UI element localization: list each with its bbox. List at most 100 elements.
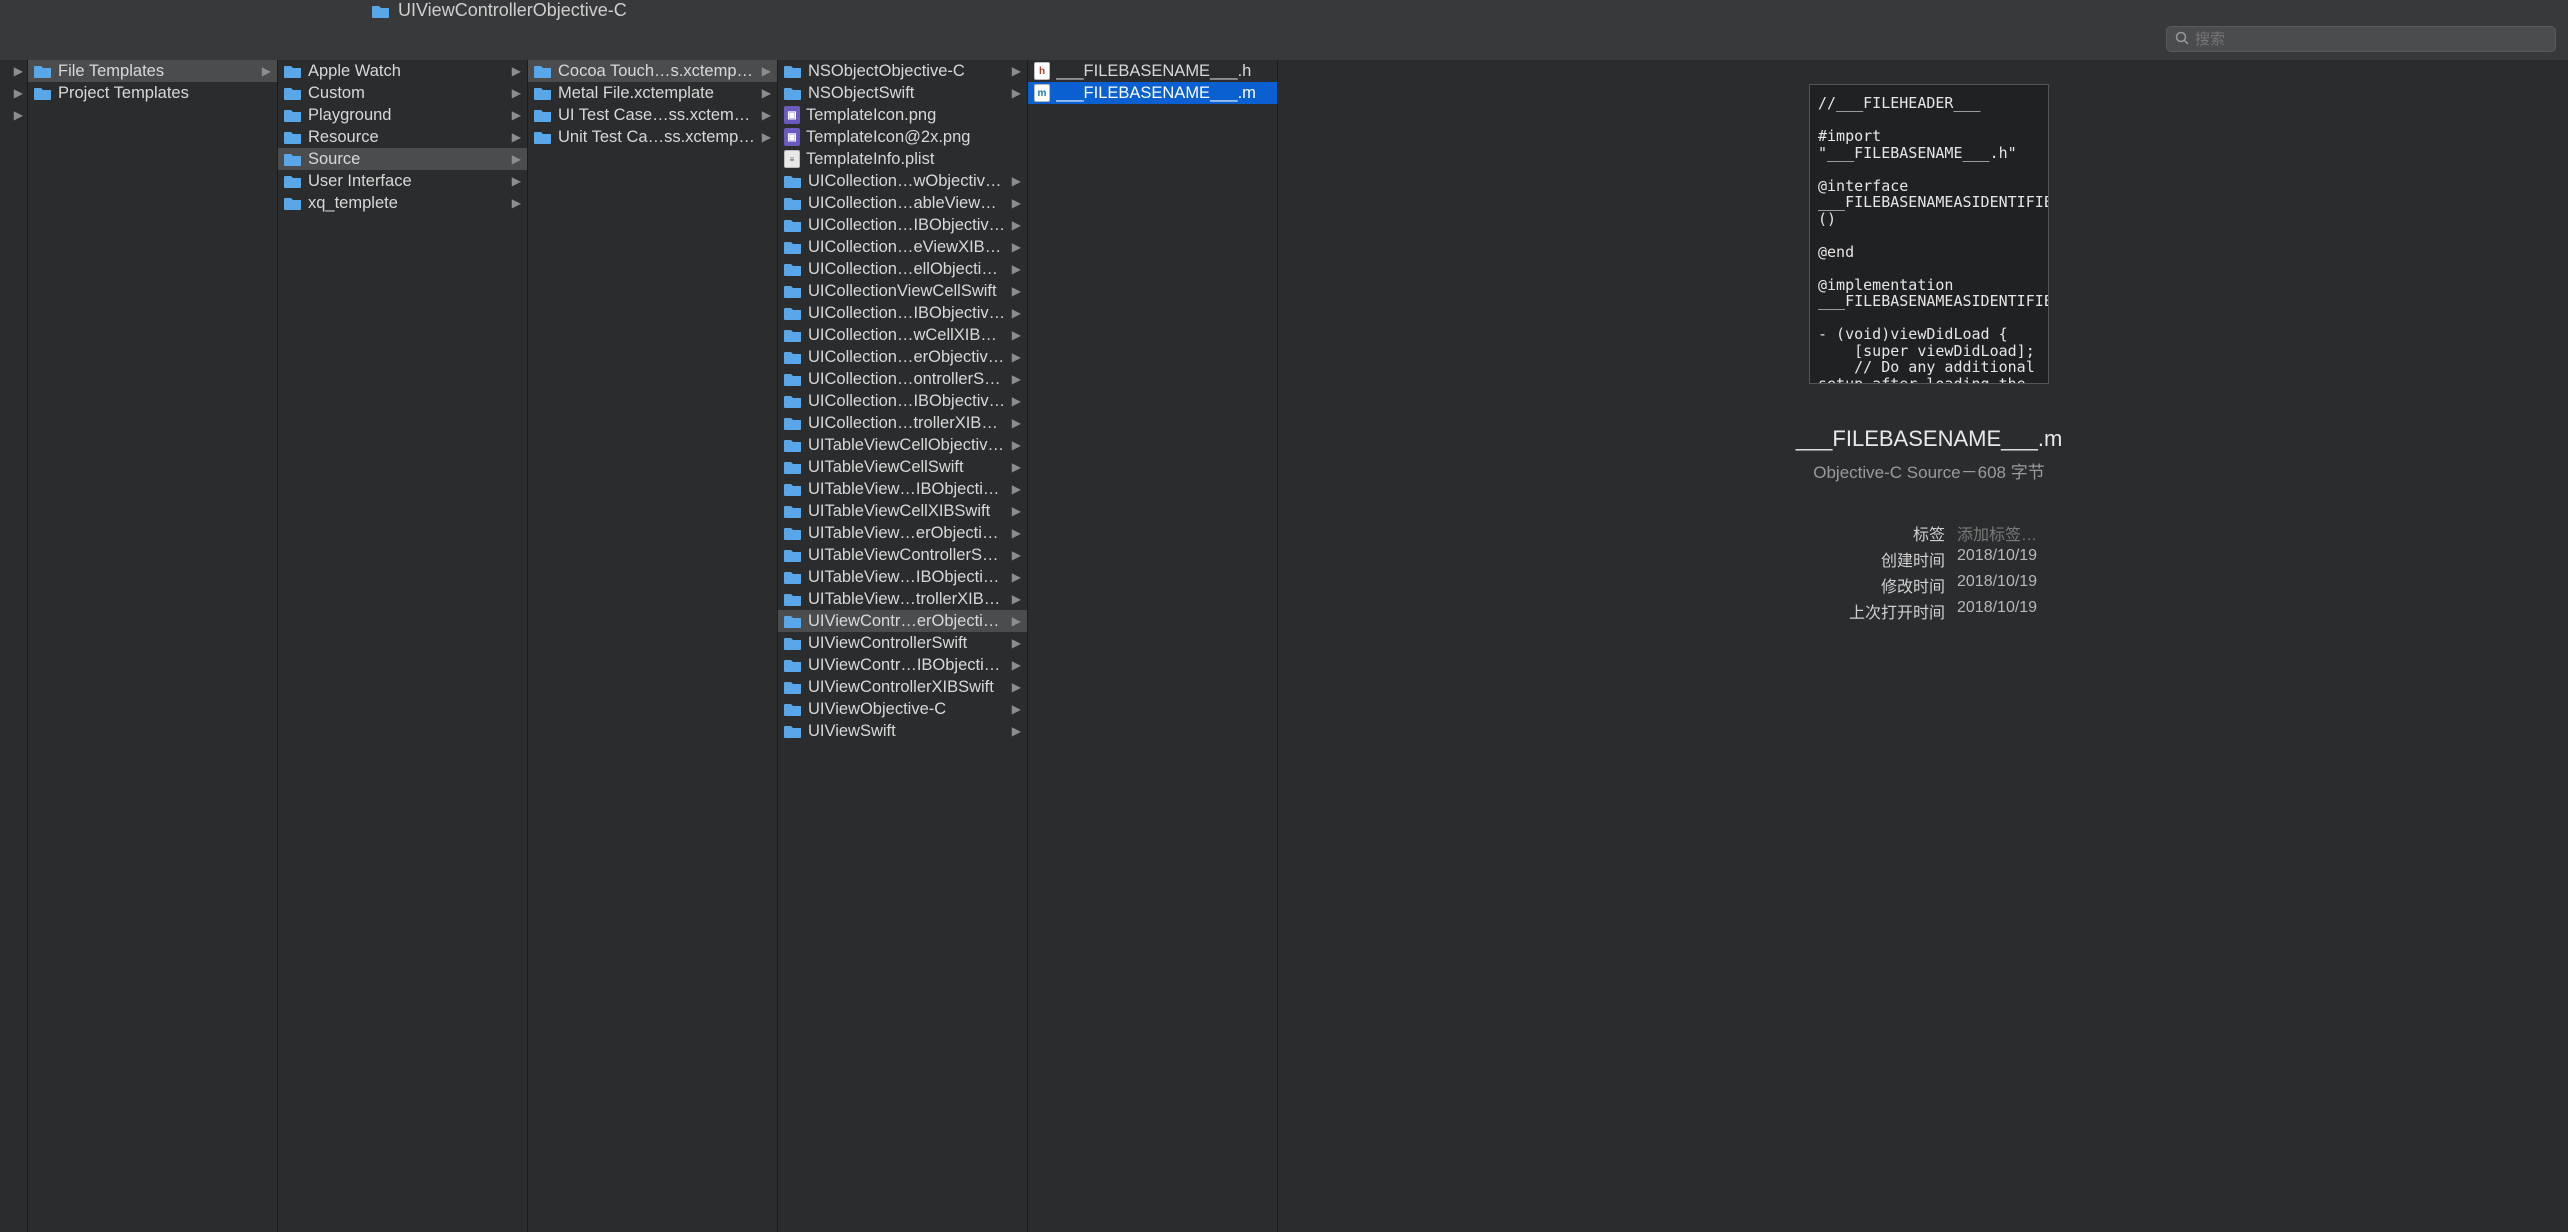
list-item[interactable]: UIViewSwift▶ — [778, 720, 1027, 742]
list-item-label: NSObjectObjective-C — [808, 62, 1006, 81]
list-item-label: Playground — [308, 106, 506, 125]
list-item[interactable]: UICollection…eViewXIBSwift▶ — [778, 236, 1027, 258]
image-file-icon: ▣ — [784, 106, 800, 124]
list-item[interactable]: Playground▶ — [278, 104, 527, 126]
column-2[interactable]: Apple Watch▶Custom▶Playground▶Resource▶S… — [278, 60, 528, 1232]
chevron-right-icon[interactable]: ▶ — [0, 104, 27, 126]
list-item[interactable]: UITableViewCellSwift▶ — [778, 456, 1027, 478]
list-item[interactable]: Source▶ — [278, 148, 527, 170]
folder-icon — [284, 152, 302, 166]
chevron-right-icon: ▶ — [1012, 284, 1023, 298]
list-item-label: Project Templates — [58, 84, 273, 103]
folder-icon — [784, 196, 802, 210]
list-item-label: UIViewContr…IBObjective-C — [808, 656, 1006, 675]
list-item[interactable]: File Templates▶ — [28, 60, 277, 82]
list-item[interactable]: UITableView…trollerXIBSwift▶ — [778, 588, 1027, 610]
folder-icon — [784, 636, 802, 650]
column-1[interactable]: File Templates▶ Project Templates — [28, 60, 278, 1232]
chevron-right-icon: ▶ — [1012, 702, 1023, 716]
folder-icon — [284, 86, 302, 100]
list-item[interactable]: ≡TemplateInfo.plist — [778, 148, 1027, 170]
list-item[interactable]: Custom▶ — [278, 82, 527, 104]
list-item-label: Unit Test Ca…ss.xctemplate — [558, 128, 756, 147]
list-item[interactable]: UITableView…IBObjective-C▶ — [778, 566, 1027, 588]
search-field[interactable] — [2166, 26, 2556, 52]
list-item[interactable]: NSObjectObjective-C ▶ — [778, 60, 1027, 82]
meta-row-opened: 上次打开时间 2018/10/19 — [1809, 599, 2049, 623]
search-icon — [2175, 31, 2189, 48]
list-item[interactable]: UICollection…trollerXIBSwift▶ — [778, 412, 1027, 434]
list-item[interactable]: User Interface▶ — [278, 170, 527, 192]
list-item[interactable]: UIViewObjective-C▶ — [778, 698, 1027, 720]
chevron-right-icon: ▶ — [1012, 416, 1023, 430]
list-item-label: UICollection…ableViewSwift — [808, 194, 1006, 213]
list-item-label: Source — [308, 150, 506, 169]
folder-icon — [784, 394, 802, 408]
toolbar: UIViewControllerObjective-C — [0, 0, 2568, 60]
meta-row-tags: 标签 添加标签… — [1809, 521, 2049, 545]
chevron-right-icon[interactable]: ▶ — [0, 60, 27, 82]
column-4[interactable]: NSObjectObjective-C▶NSObjectSwift▶▣Templ… — [778, 60, 1028, 1232]
list-item[interactable]: Unit Test Ca…ss.xctemplate▶ — [528, 126, 777, 148]
list-item[interactable]: Cocoa Touch…s.xctemplate▶ — [528, 60, 777, 82]
chevron-right-icon: ▶ — [1012, 724, 1023, 738]
column-0[interactable]: ▶▶▶ — [0, 60, 28, 1232]
preview-code: //___FILEHEADER___ #import "___FILEBASEN… — [1809, 84, 2049, 384]
chevron-right-icon: ▶ — [762, 64, 773, 78]
list-item[interactable]: m___FILEBASENAME___.m — [1028, 82, 1277, 104]
list-item[interactable]: UIViewControllerSwift ▶ — [778, 632, 1027, 654]
column-5[interactable]: h___FILEBASENAME___.hm___FILEBASENAME___… — [1028, 60, 1278, 1232]
list-item[interactable]: UITableViewCellXIBSwift▶ — [778, 500, 1027, 522]
list-item[interactable]: UICollection…ontrollerSwift▶ — [778, 368, 1027, 390]
chevron-right-icon: ▶ — [1012, 592, 1023, 606]
chevron-right-icon: ▶ — [1012, 636, 1023, 650]
list-item[interactable]: h___FILEBASENAME___.h — [1028, 60, 1277, 82]
list-item[interactable]: UICollectionViewCellSwift▶ — [778, 280, 1027, 302]
meta-label: 标签 — [1913, 521, 1945, 545]
folder-icon — [784, 416, 802, 430]
list-item-label: TemplateIcon@2x.png — [806, 128, 1023, 147]
chevron-right-icon: ▶ — [1012, 64, 1023, 78]
search-input[interactable] — [2195, 31, 2547, 48]
chevron-right-icon: ▶ — [1012, 394, 1023, 408]
list-item[interactable]: UICollection…IBObjective-C▶ — [778, 214, 1027, 236]
chevron-right-icon[interactable]: ▶ — [0, 82, 27, 104]
list-item[interactable]: UIViewContr…erObjective-C▶ — [778, 610, 1027, 632]
list-item[interactable]: UIViewControllerXIBSwift▶ — [778, 676, 1027, 698]
list-item[interactable]: UI Test Case…ss.xctemplate▶ — [528, 104, 777, 126]
list-item[interactable]: UITableView…erObjective-C▶ — [778, 522, 1027, 544]
list-item[interactable]: UICollection…ellObjective-C▶ — [778, 258, 1027, 280]
folder-icon — [534, 130, 552, 144]
list-item[interactable]: Project Templates — [28, 82, 277, 104]
folder-icon — [784, 328, 802, 342]
list-item[interactable]: UITableView…IBObjective-C▶ — [778, 478, 1027, 500]
meta-value[interactable]: 添加标签… — [1957, 521, 2049, 545]
list-item[interactable]: UICollection…wObjective-C▶ — [778, 170, 1027, 192]
folder-icon — [284, 130, 302, 144]
list-item[interactable]: UITableViewControllerSwift▶ — [778, 544, 1027, 566]
list-item[interactable]: xq_templete▶ — [278, 192, 527, 214]
list-item[interactable]: Apple Watch▶ — [278, 60, 527, 82]
chevron-right-icon: ▶ — [1012, 658, 1023, 672]
folder-icon — [784, 86, 802, 100]
list-item[interactable]: Metal File.xctemplate▶ — [528, 82, 777, 104]
list-item[interactable]: NSObjectSwift▶ — [778, 82, 1027, 104]
list-item[interactable]: Resource▶ — [278, 126, 527, 148]
list-item[interactable]: UICollection…wCellXIBSwift▶ — [778, 324, 1027, 346]
folder-icon — [784, 284, 802, 298]
list-item[interactable]: UICollection…ableViewSwift▶ — [778, 192, 1027, 214]
list-item-label: UICollection…IBObjective-C — [808, 216, 1006, 235]
list-item[interactable]: ▣TemplateIcon.png — [778, 104, 1027, 126]
list-item[interactable]: UICollection…IBObjective-C▶ — [778, 302, 1027, 324]
folder-icon — [784, 240, 802, 254]
chevron-right-icon: ▶ — [512, 174, 523, 188]
list-item-label: UIViewControllerSwift — [808, 634, 1006, 653]
column-3[interactable]: Cocoa Touch…s.xctemplate▶Metal File.xcte… — [528, 60, 778, 1232]
list-item[interactable]: UICollection…IBObjective-C▶ — [778, 390, 1027, 412]
folder-icon — [784, 680, 802, 694]
chevron-right-icon: ▶ — [512, 64, 523, 78]
list-item[interactable]: UIViewContr…IBObjective-C ▶ — [778, 654, 1027, 676]
list-item[interactable]: UITableViewCellObjective-C▶ — [778, 434, 1027, 456]
list-item[interactable]: ▣TemplateIcon@2x.png — [778, 126, 1027, 148]
list-item[interactable]: UICollection…erObjective-C▶ — [778, 346, 1027, 368]
